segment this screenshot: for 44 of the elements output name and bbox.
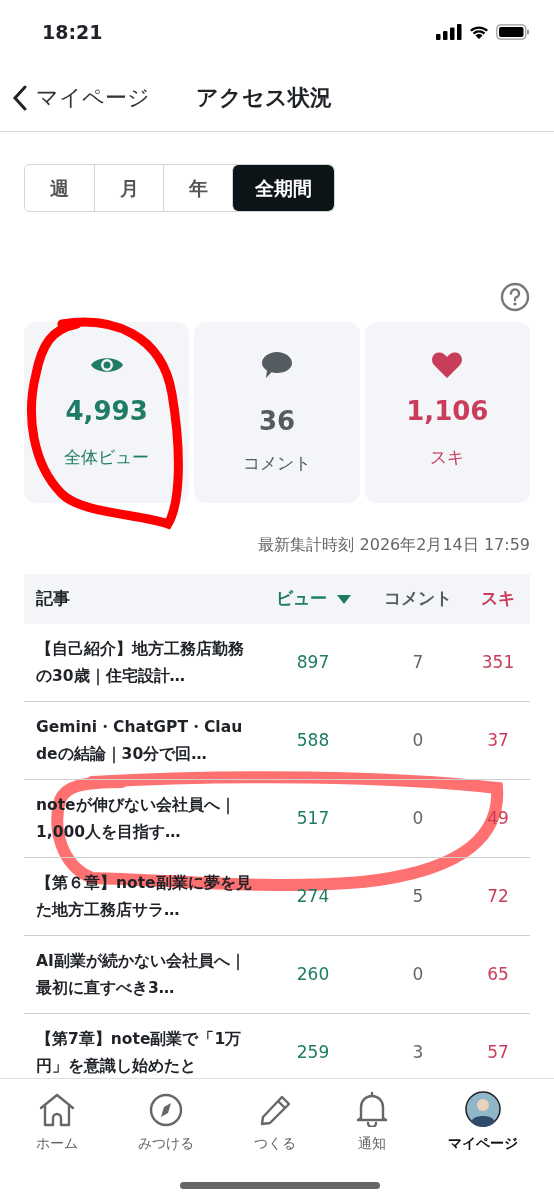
page-title: アクセス状況 [196,84,332,112]
like-count: 351 [481,650,515,674]
stat-label: スキ [430,446,465,469]
stat-value: 36 [258,405,296,438]
column-header[interactable]: コメント [384,586,452,612]
article-title: Gemini・ChatGPT・Claudeの結論｜30分で回… [36,716,244,766]
article-title: AI副業が続かない会社員へ｜最初に直すべき3… [36,950,247,999]
stat-label: コメント [243,452,311,475]
status-time: 18:21 [42,19,103,45]
like-count: 72 [487,884,509,908]
back-button[interactable]: マイページ [12,81,150,114]
column-header[interactable]: 記事 [36,586,70,612]
like-count: 57 [487,1040,509,1064]
nav-tab[interactable]: つくる [254,1089,296,1154]
column-header[interactable]: スキ [481,586,515,612]
nav-tab[interactable]: マイページ [448,1089,518,1154]
view-count: 274 [296,884,330,908]
nav-tab[interactable]: みつける [138,1089,194,1154]
column-header[interactable]: ビュー [275,586,351,612]
comment-count: 0 [412,728,424,752]
period-tab[interactable]: 全期間 [232,165,334,211]
article-title: 【第7章】note副業で「1万円」を意識し始めたと [36,1028,243,1077]
view-count: 517 [296,806,330,830]
article-row[interactable]: AI副業が続かない会社員へ｜最初に直すべき3… 260 0 65 [24,936,530,1014]
comment-count: 3 [412,1040,424,1064]
comment-count: 7 [412,650,424,674]
article-title: 【自己紹介】地方工務店勤務の30歳｜住宅設計… [36,638,245,688]
view-count: 897 [296,650,330,674]
nav-tab[interactable]: 通知 [356,1089,388,1154]
comment-count: 0 [412,962,424,986]
stat-label: 全体ビュー [64,446,150,469]
stat-value: 4,993 [65,395,148,428]
updated-time: 最新集計時刻 2026年2月14日 17:59 [258,534,530,556]
article-row[interactable]: Gemini・ChatGPT・Claudeの結論｜30分で回… 588 0 37 [24,702,530,780]
view-count: 260 [296,962,330,986]
article-row[interactable]: 【自己紹介】地方工務店勤務の30歳｜住宅設計… 897 7 351 [24,624,530,702]
nav-tab[interactable]: ホーム [36,1089,78,1154]
comment-count: 5 [412,884,424,908]
like-count: 37 [487,728,509,752]
view-count: 259 [296,1040,330,1064]
like-count: 65 [487,962,509,986]
view-count: 588 [296,728,330,752]
comment-count: 0 [412,806,424,830]
stat-value: 1,106 [406,395,489,428]
